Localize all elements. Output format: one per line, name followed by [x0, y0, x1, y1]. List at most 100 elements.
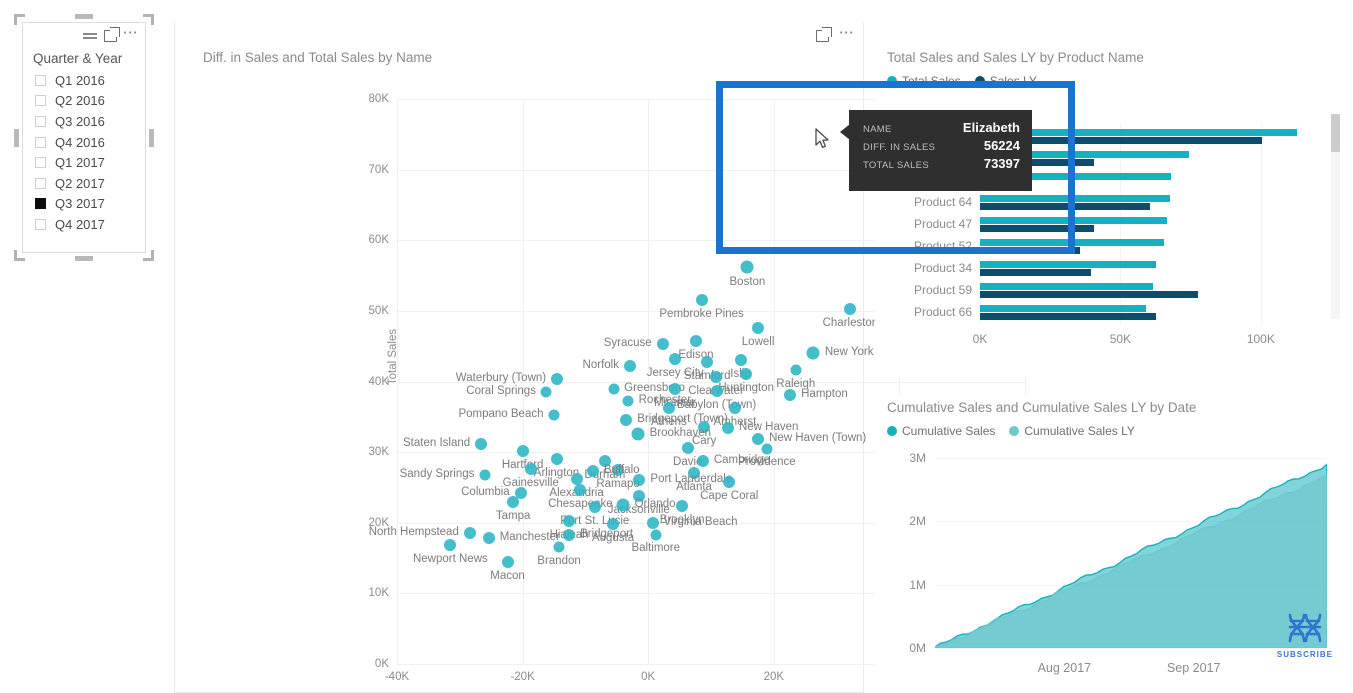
scatter-point[interactable] — [620, 413, 633, 426]
scatter-point[interactable] — [563, 515, 576, 528]
scatter-point[interactable] — [646, 517, 659, 530]
bar-chart-scrollbar[interactable] — [1331, 114, 1340, 319]
area-x-axis-tick: Aug 2017 — [1037, 661, 1092, 675]
slicer-item[interactable]: Q4 2016 — [35, 132, 145, 153]
slicer-item[interactable]: Q3 2016 — [35, 111, 145, 132]
slicer-checkbox[interactable] — [35, 74, 46, 86]
focus-mode-icon[interactable] — [815, 27, 832, 42]
x-axis-tick: 0K — [641, 671, 656, 683]
scatter-point[interactable] — [482, 531, 495, 544]
scatter-point-label: Sandy Springs — [399, 468, 475, 481]
scatter-point[interactable] — [475, 438, 488, 451]
scatter-point[interactable] — [444, 539, 457, 552]
scatter-point[interactable] — [550, 453, 563, 466]
bar-sales-ly[interactable] — [980, 313, 1156, 320]
scatter-point[interactable] — [723, 476, 736, 489]
scatter-point[interactable] — [616, 498, 630, 512]
scatter-point[interactable] — [588, 500, 601, 513]
bar-group[interactable]: Product 59 — [914, 280, 1317, 302]
scatter-point[interactable] — [553, 541, 565, 553]
cumulative-sales-area-visual[interactable]: Cumulative Sales and Cumulative Sales LY… — [875, 396, 1345, 681]
more-options-icon[interactable]: ⋯ — [839, 25, 855, 44]
scatter-point[interactable] — [501, 556, 514, 569]
resize-handle-left[interactable] — [14, 128, 19, 147]
scatter-point[interactable] — [752, 432, 765, 445]
slicer-checkbox[interactable] — [35, 177, 46, 189]
scatter-point[interactable] — [710, 385, 723, 398]
scatter-point[interactable] — [479, 469, 491, 481]
scatter-point[interactable] — [540, 386, 552, 398]
slicer-item[interactable]: Q1 2017 — [35, 152, 145, 173]
scatter-point[interactable] — [701, 356, 714, 369]
bar-sales-ly[interactable] — [980, 291, 1198, 298]
scatter-point[interactable] — [548, 409, 560, 421]
scatter-point[interactable] — [734, 354, 747, 367]
scatter-point[interactable] — [586, 465, 599, 478]
legend-item[interactable]: Cumulative Sales LY — [1009, 424, 1135, 438]
quarter-year-slicer[interactable]: ⋯ Quarter & Year Q1 2016 Q2 2016 Q3 2016 Q4… — [14, 14, 154, 261]
scatter-point[interactable] — [516, 444, 529, 457]
scatter-point[interactable] — [507, 495, 520, 508]
scatter-point[interactable] — [740, 260, 754, 274]
scatter-point[interactable] — [844, 302, 857, 315]
slicer-checkbox[interactable] — [35, 218, 46, 230]
bar-total-sales[interactable] — [980, 261, 1156, 268]
scatter-point[interactable] — [608, 383, 620, 395]
slicer-checkbox[interactable] — [35, 95, 46, 107]
scatter-point[interactable] — [631, 427, 645, 441]
slicer-checkbox[interactable] — [35, 198, 46, 210]
y-axis-tick: 0K — [374, 658, 389, 670]
bar-sales-ly[interactable] — [980, 269, 1091, 276]
scatter-point[interactable] — [574, 483, 587, 496]
scatter-point[interactable] — [463, 526, 476, 539]
slicer-item[interactable]: Q1 2016 — [35, 70, 145, 91]
area-x-axis-tick: Sep 2017 — [1166, 661, 1221, 675]
scatter-point[interactable] — [563, 529, 576, 542]
bar-total-sales[interactable] — [980, 283, 1153, 290]
scatter-point[interactable] — [721, 422, 734, 435]
scatter-point[interactable] — [676, 499, 689, 512]
scatter-point[interactable] — [551, 373, 564, 386]
scatter-point[interactable] — [622, 395, 634, 407]
hamburger-icon[interactable] — [82, 28, 98, 44]
legend-item[interactable]: Cumulative Sales — [887, 424, 995, 438]
scatter-point[interactable] — [752, 321, 765, 334]
scatter-point[interactable] — [524, 463, 537, 476]
scatter-point[interactable] — [790, 364, 802, 376]
area-y-axis-tick: 0M — [909, 641, 926, 655]
resize-handle-bottom[interactable] — [75, 256, 93, 261]
area-plot-area[interactable]: 0M 1M 2M 3M Aug 2017 Sep 2017 — [909, 451, 1327, 675]
slicer-item[interactable]: Q2 2016 — [35, 91, 145, 112]
scatter-point[interactable] — [728, 401, 741, 414]
scatter-point[interactable] — [623, 359, 636, 372]
more-options-icon[interactable]: ⋯ — [123, 25, 139, 44]
area-chart-legend[interactable]: Cumulative Sales Cumulative Sales LY — [875, 415, 1345, 438]
resize-handle-right[interactable] — [149, 128, 154, 147]
focus-mode-icon[interactable] — [103, 27, 120, 42]
resize-handle-top[interactable] — [75, 14, 93, 19]
slicer-checkbox[interactable] — [35, 157, 46, 169]
bar-group[interactable]: Product 66 — [914, 302, 1317, 324]
slicer-item[interactable]: Q3 2017 — [35, 194, 145, 215]
slicer-item[interactable]: Q4 2017 — [35, 214, 145, 235]
scrollbar-thumb[interactable] — [1331, 114, 1340, 152]
scatter-point[interactable] — [806, 346, 820, 360]
scatter-point[interactable] — [761, 443, 773, 455]
slicer-item[interactable]: Q2 2017 — [35, 173, 145, 194]
scatter-point[interactable] — [633, 473, 646, 486]
scatter-point[interactable] — [650, 529, 662, 541]
scatter-point[interactable] — [696, 454, 709, 467]
scatter-point[interactable] — [695, 294, 708, 307]
y-axis-tick: 30K — [368, 446, 389, 459]
bar-group[interactable]: Product 34 — [914, 258, 1317, 280]
slicer-checkbox[interactable] — [35, 115, 46, 127]
scatter-point[interactable] — [669, 352, 682, 365]
scatter-point[interactable] — [710, 371, 723, 384]
slicer-checkbox[interactable] — [35, 136, 46, 148]
bar-total-sales[interactable] — [980, 305, 1146, 312]
scatter-point[interactable] — [656, 338, 669, 351]
scatter-point[interactable] — [740, 368, 753, 381]
scatter-point[interactable] — [784, 388, 797, 401]
scatter-point[interactable] — [689, 334, 702, 347]
scatter-point[interactable] — [681, 441, 694, 454]
